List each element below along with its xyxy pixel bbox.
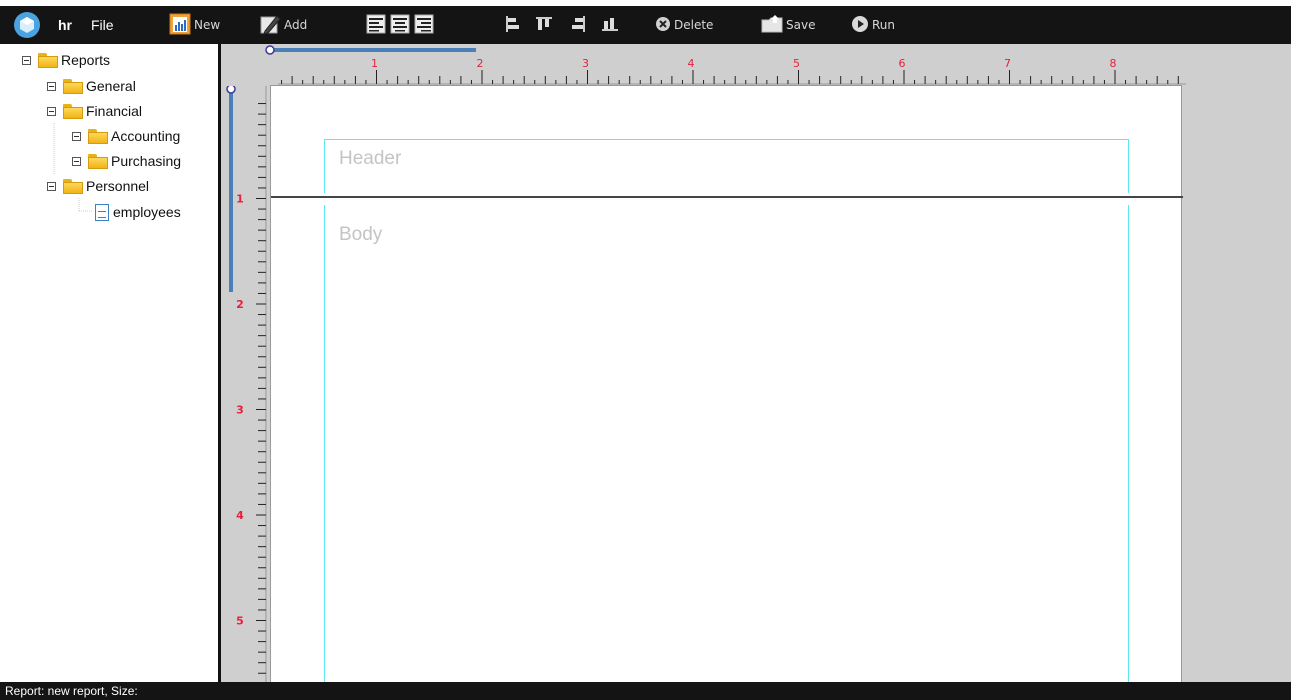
band-divider[interactable] — [271, 196, 1183, 198]
tree-item-label: Personnel — [86, 178, 150, 194]
tree-item-label: employees — [113, 204, 181, 220]
ruler-number: 8 — [1110, 57, 1117, 70]
run-button[interactable]: Run — [851, 6, 895, 44]
collapse-toggle-icon[interactable] — [22, 55, 31, 65]
header-band-label: Header — [339, 148, 402, 169]
run-icon — [851, 15, 869, 36]
collapse-toggle-icon[interactable] — [47, 81, 56, 91]
tree-item-general[interactable]: General — [47, 75, 136, 97]
vertical-slider-handle — [226, 86, 236, 94]
folder-icon — [88, 153, 108, 169]
delete-icon — [655, 16, 671, 35]
align-left-button[interactable] — [366, 6, 386, 44]
body-band-label: Body — [339, 224, 383, 245]
tree-item-label: Accounting — [111, 128, 181, 144]
ruler-number: 2 — [477, 57, 484, 70]
align-bottom-edge-icon — [601, 15, 619, 36]
new-label: New — [194, 18, 221, 32]
align-left-icon — [366, 14, 386, 37]
add-button[interactable]: Add — [259, 6, 307, 44]
folder-icon — [38, 52, 58, 68]
ruler-number: 3 — [236, 404, 244, 417]
align-center-icon — [390, 14, 410, 37]
align-right-button[interactable] — [414, 6, 434, 44]
collapse-toggle-icon[interactable] — [47, 181, 56, 191]
new-report-icon — [169, 13, 191, 38]
ruler-number: 3 — [582, 57, 589, 70]
collapse-toggle-icon[interactable] — [47, 106, 56, 116]
tree-item-label: Purchasing — [111, 153, 182, 169]
tree-item-accounting[interactable]: Accounting — [72, 125, 180, 147]
ruler-number: 7 — [1004, 57, 1011, 70]
align-center-button[interactable] — [390, 6, 410, 44]
run-label: Run — [872, 18, 896, 32]
align-bottom-edge-button[interactable] — [601, 6, 619, 44]
save-label: Save — [786, 18, 816, 32]
save-button[interactable]: Save — [761, 6, 815, 44]
ruler-number: 6 — [899, 57, 906, 70]
report-design-area: 1 2 3 4 5 6 7 8 1 2 3 4 5 Header Body — [221, 44, 1291, 682]
ruler-number: 5 — [236, 615, 244, 628]
tree-item-label: General — [86, 78, 136, 94]
delete-button[interactable]: Delete — [655, 6, 713, 44]
pencil-icon — [259, 13, 281, 38]
horizontal-slider-handle — [265, 45, 275, 55]
app-logo-icon[interactable] — [13, 6, 43, 44]
horizontal-ruler: 1 2 3 4 5 6 7 8 — [265, 45, 1186, 85]
delete-label: Delete — [674, 18, 714, 32]
body-band[interactable]: Body — [324, 205, 1129, 682]
align-top-edge-icon — [535, 15, 553, 36]
folder-icon — [88, 128, 108, 144]
vertical-ruler: 1 2 3 4 5 — [226, 86, 267, 682]
tree-item-purchasing[interactable]: Purchasing — [72, 150, 181, 172]
tree-item-employees[interactable]: employees — [95, 201, 181, 223]
ruler-number: 4 — [236, 509, 244, 522]
collapse-toggle-icon[interactable] — [72, 156, 81, 166]
add-label: Add — [284, 18, 308, 32]
document-icon — [95, 203, 109, 221]
new-button[interactable]: New — [169, 6, 220, 44]
report-tree: Reports General Financial Accounting Pur… — [0, 44, 221, 682]
folder-icon — [63, 78, 83, 94]
align-right-edge-button[interactable] — [569, 6, 587, 44]
ruler-number: 4 — [688, 57, 695, 70]
ruler-number: 1 — [371, 57, 378, 70]
collapse-toggle-icon[interactable] — [72, 131, 81, 141]
tree-item-label: Financial — [86, 103, 143, 119]
ruler-number: 5 — [793, 57, 800, 70]
save-icon — [761, 14, 783, 36]
report-page[interactable]: Header Body — [270, 85, 1183, 682]
ruler-number: 2 — [236, 298, 244, 311]
tree-item-personnel[interactable]: Personnel — [47, 175, 149, 197]
folder-icon — [63, 103, 83, 119]
align-right-edge-icon — [569, 15, 587, 36]
align-left-edge-icon — [504, 15, 522, 36]
ruler-number: 1 — [236, 193, 244, 206]
file-menu[interactable]: File — [91, 6, 114, 44]
status-bar: Report: new report, Size: — [0, 682, 1291, 700]
tree-item-reports[interactable]: Reports — [22, 49, 110, 71]
align-left-edge-button[interactable] — [504, 6, 522, 44]
header-band[interactable]: Header — [324, 139, 1129, 193]
tree-item-financial[interactable]: Financial — [47, 100, 142, 122]
align-right-icon — [414, 14, 434, 37]
toolbar: hr File New Add Delete Save Run — [0, 0, 1291, 44]
tree-item-label: Reports — [61, 52, 111, 68]
align-top-edge-button[interactable] — [535, 6, 553, 44]
folder-icon — [63, 178, 83, 194]
app-title: hr — [58, 17, 72, 33]
